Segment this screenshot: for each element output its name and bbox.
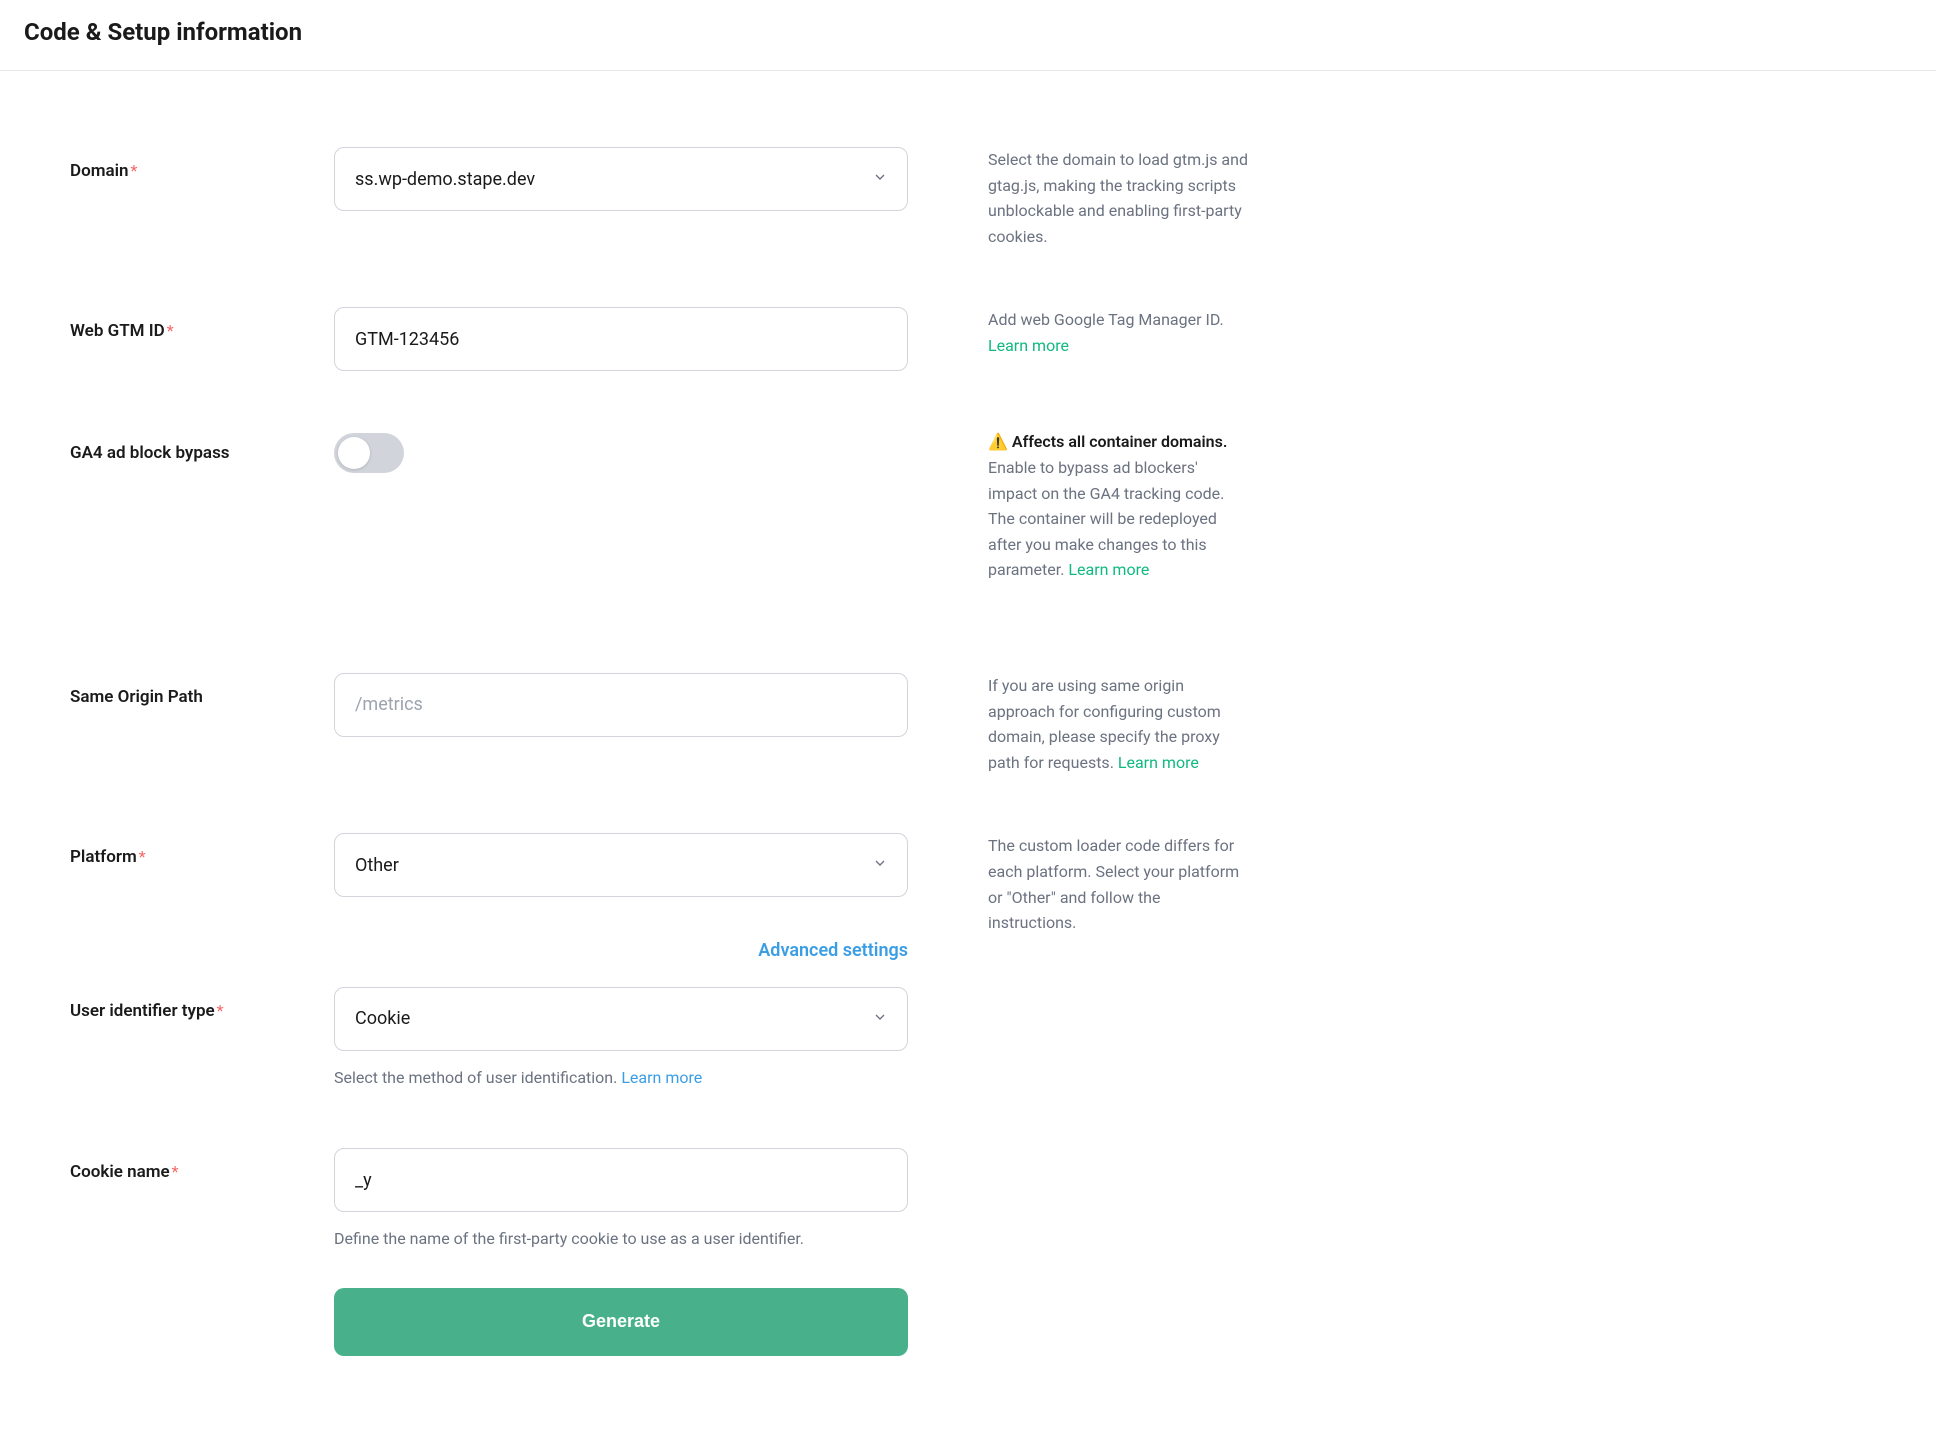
warning-bold: Affects all container domains. xyxy=(1012,432,1227,451)
advanced-settings-link[interactable]: Advanced settings xyxy=(758,940,908,961)
cookie-name-sub-help: Define the name of the first-party cooki… xyxy=(334,1226,908,1252)
required-asterisk: * xyxy=(167,321,174,340)
input-col: Cookie Select the method of user identif… xyxy=(334,987,908,1091)
platform-select-wrapper: Other xyxy=(334,833,908,897)
input-col: Advanced settings xyxy=(334,940,908,961)
ga4-bypass-toggle[interactable] xyxy=(334,433,404,473)
same-origin-path-learn-more-link[interactable]: Learn more xyxy=(1118,753,1199,772)
cookie-name-input[interactable] xyxy=(334,1148,908,1212)
input-col: Generate xyxy=(334,1288,908,1356)
ga4-bypass-label: GA4 ad block bypass xyxy=(70,443,230,463)
row-platform: Platform* Other The custom loader code d… xyxy=(70,833,1250,935)
row-web-gtm-id: Web GTM ID* Add web Google Tag Manager I… xyxy=(70,307,1250,371)
toggle-knob xyxy=(338,437,370,469)
label-col: Same Origin Path xyxy=(70,673,334,707)
page-header: Code & Setup information xyxy=(0,0,1936,71)
label-col: Domain* xyxy=(70,147,334,181)
required-asterisk: * xyxy=(139,847,146,866)
required-asterisk: * xyxy=(172,1162,179,1181)
platform-label: Platform xyxy=(70,847,137,867)
input-col: ss.wp-demo.stape.dev xyxy=(334,147,908,211)
row-ga4-bypass: GA4 ad block bypass ⚠️Affects all contai… xyxy=(70,429,1250,583)
label-col: Web GTM ID* xyxy=(70,307,334,341)
warning-icon: ⚠️ xyxy=(988,429,1008,455)
required-asterisk: * xyxy=(131,161,138,180)
domain-select-wrapper: ss.wp-demo.stape.dev xyxy=(334,147,908,211)
required-asterisk: * xyxy=(217,1001,224,1020)
label-col xyxy=(70,1288,334,1302)
input-col: Define the name of the first-party cooki… xyxy=(334,1148,908,1252)
user-identifier-type-label: User identifier type xyxy=(70,1001,215,1021)
input-col xyxy=(334,307,908,371)
web-gtm-id-help: Add web Google Tag Manager ID. Learn mor… xyxy=(988,307,1250,358)
ga4-bypass-help: ⚠️Affects all container domains. Enable … xyxy=(988,429,1250,583)
row-cookie-name: Cookie name* Define the name of the firs… xyxy=(70,1148,1250,1252)
input-col xyxy=(334,673,908,737)
domain-label: Domain xyxy=(70,161,129,181)
platform-select[interactable]: Other xyxy=(334,833,908,897)
input-col xyxy=(334,429,908,473)
domain-select[interactable]: ss.wp-demo.stape.dev xyxy=(334,147,908,211)
label-col: Platform* xyxy=(70,833,334,867)
row-domain: Domain* ss.wp-demo.stape.dev Select the … xyxy=(70,147,1250,249)
same-origin-path-help: If you are using same origin approach fo… xyxy=(988,673,1250,775)
user-identifier-type-select-wrapper: Cookie xyxy=(334,987,908,1051)
generate-button[interactable]: Generate xyxy=(334,1288,908,1356)
cookie-name-label: Cookie name xyxy=(70,1162,170,1182)
web-gtm-id-input[interactable] xyxy=(334,307,908,371)
label-col xyxy=(70,954,334,968)
same-origin-path-label: Same Origin Path xyxy=(70,687,203,707)
user-identifier-type-select[interactable]: Cookie xyxy=(334,987,908,1051)
same-origin-path-input[interactable] xyxy=(334,673,908,737)
web-gtm-id-learn-more-link[interactable]: Learn more xyxy=(988,336,1069,355)
help-text: Add web Google Tag Manager ID. xyxy=(988,310,1224,329)
label-col: Cookie name* xyxy=(70,1148,334,1182)
row-advanced-settings: Advanced settings xyxy=(70,954,1250,987)
user-identifier-type-sub-help: Select the method of user identification… xyxy=(334,1065,908,1091)
row-same-origin-path: Same Origin Path If you are using same o… xyxy=(70,673,1250,775)
sub-help-text: Select the method of user identification… xyxy=(334,1068,621,1087)
input-col: Other xyxy=(334,833,908,897)
page-title: Code & Setup information xyxy=(24,18,1912,46)
ga4-bypass-learn-more-link[interactable]: Learn more xyxy=(1068,560,1149,579)
form-container: Domain* ss.wp-demo.stape.dev Select the … xyxy=(0,71,1320,1454)
row-generate: Generate xyxy=(70,1288,1250,1356)
web-gtm-id-label: Web GTM ID xyxy=(70,321,165,341)
label-col: User identifier type* xyxy=(70,987,334,1021)
user-identifier-type-learn-more-link[interactable]: Learn more xyxy=(621,1068,702,1087)
label-col: GA4 ad block bypass xyxy=(70,429,334,463)
platform-help: The custom loader code differs for each … xyxy=(988,833,1250,935)
domain-help: Select the domain to load gtm.js and gta… xyxy=(988,147,1250,249)
row-user-identifier-type: User identifier type* Cookie Select the … xyxy=(70,987,1250,1091)
